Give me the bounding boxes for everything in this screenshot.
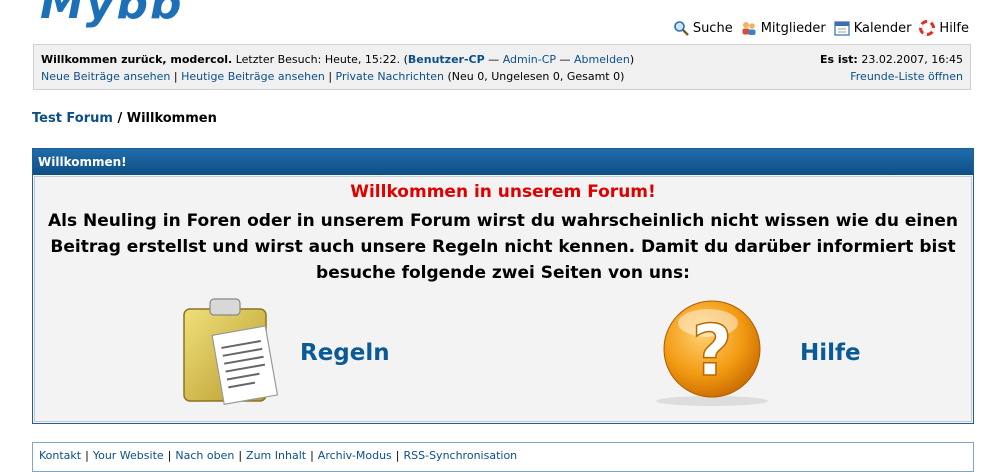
breadcrumb: Test Forum / Willkommen [32, 111, 217, 126]
pipe-separator: | [173, 70, 182, 83]
last-visit-text: Letzter Besuch: Heute, 15:22. ( [232, 53, 408, 66]
pipe-separator: | [238, 449, 243, 462]
new-posts-link[interactable]: Neue Beiträge ansehen [41, 70, 170, 83]
welcome-greeting: Willkommen zurück, modercol. [41, 53, 233, 66]
nav-members[interactable]: Mitglieder [741, 20, 826, 36]
welcome-title: Willkommen in unserem Forum! [350, 182, 656, 202]
nav-calendar-label: Kalender [853, 20, 912, 36]
forum-logo[interactable]: Mybb [40, 0, 183, 29]
dash-separator: — [556, 53, 575, 66]
help-link[interactable]: Hilfe [800, 340, 861, 366]
footer-archive-link[interactable]: Archiv-Modus [318, 449, 392, 462]
pipe-separator: | [85, 449, 89, 462]
quick-links: Neue Beiträge ansehen | Heutige Beiträge… [41, 68, 624, 85]
nav-members-label: Mitglieder [760, 20, 826, 36]
top-navigation: Suche Mitglieder Kalender Hilfe [673, 20, 969, 36]
search-icon [674, 21, 689, 36]
footer-website-link[interactable]: Your Website [93, 449, 164, 462]
nav-help-label: Hilfe [939, 20, 969, 36]
date-value: 23.02.2007, 16:45 [857, 53, 963, 66]
help-tile[interactable]: ? Hilfe [650, 297, 861, 409]
question-mark-icon: ? [656, 300, 768, 406]
nav-help[interactable]: Hilfe [919, 20, 969, 36]
svg-text:?: ? [692, 310, 733, 392]
nav-calendar[interactable]: Kalender [834, 20, 912, 36]
private-messages-link[interactable]: Private Nachrichten [336, 70, 445, 83]
footer-rss-link[interactable]: RSS-Synchronisation [404, 449, 518, 462]
lifebuoy-icon [919, 20, 936, 36]
pipe-separator: | [395, 449, 400, 462]
welcome-line: Willkommen zurück, modercol. Letzter Bes… [41, 51, 634, 68]
pipe-separator: | [328, 70, 336, 83]
rules-tile[interactable]: Regeln [180, 297, 390, 409]
pipe-separator: | [310, 449, 314, 462]
pipe-separator: | [167, 449, 172, 462]
dash-separator: — [484, 53, 503, 66]
nav-search-label: Suche [692, 20, 733, 36]
footer-top-link[interactable]: Nach oben [175, 449, 234, 462]
pm-counts: (Neu 0, Ungelesen 0, Gesamt 0) [444, 70, 625, 83]
rules-link[interactable]: Regeln [300, 340, 390, 366]
clipboard-icon [183, 298, 279, 405]
breadcrumb-forum-link[interactable]: Test Forum [32, 111, 113, 126]
close-paren: ) [629, 53, 635, 66]
footer-content-link[interactable]: Zum Inhalt [246, 449, 306, 462]
admin-cp-link[interactable]: Admin-CP [503, 53, 556, 66]
user-cp-link[interactable]: Benutzer-CP [408, 53, 485, 66]
members-icon [742, 22, 756, 35]
today-posts-link[interactable]: Heutige Beiträge ansehen [181, 70, 325, 83]
nav-search[interactable]: Suche [673, 20, 733, 36]
welcome-box: Willkommen! Willkommen in unserem Forum!… [32, 148, 974, 424]
logout-link[interactable]: Abmelden [574, 53, 630, 66]
welcome-box-header: Willkommen! [33, 149, 973, 175]
buddy-list-link[interactable]: Freunde-Liste öffnen [850, 68, 963, 85]
welcome-box-content: Willkommen in unserem Forum! Als Neuling… [34, 176, 972, 422]
welcome-text: Als Neuling in Foren oder in unserem For… [48, 211, 958, 283]
date-label: Es ist: [819, 53, 858, 66]
welcome-panel: Willkommen zurück, modercol. Letzter Bes… [33, 44, 971, 90]
current-date: Es ist: 23.02.2007, 16:45 [820, 51, 963, 68]
calendar-icon [834, 21, 850, 36]
breadcrumb-current: Willkommen [126, 111, 217, 126]
breadcrumb-separator: / [112, 111, 127, 126]
footer-contact-link[interactable]: Kontakt [39, 449, 81, 462]
